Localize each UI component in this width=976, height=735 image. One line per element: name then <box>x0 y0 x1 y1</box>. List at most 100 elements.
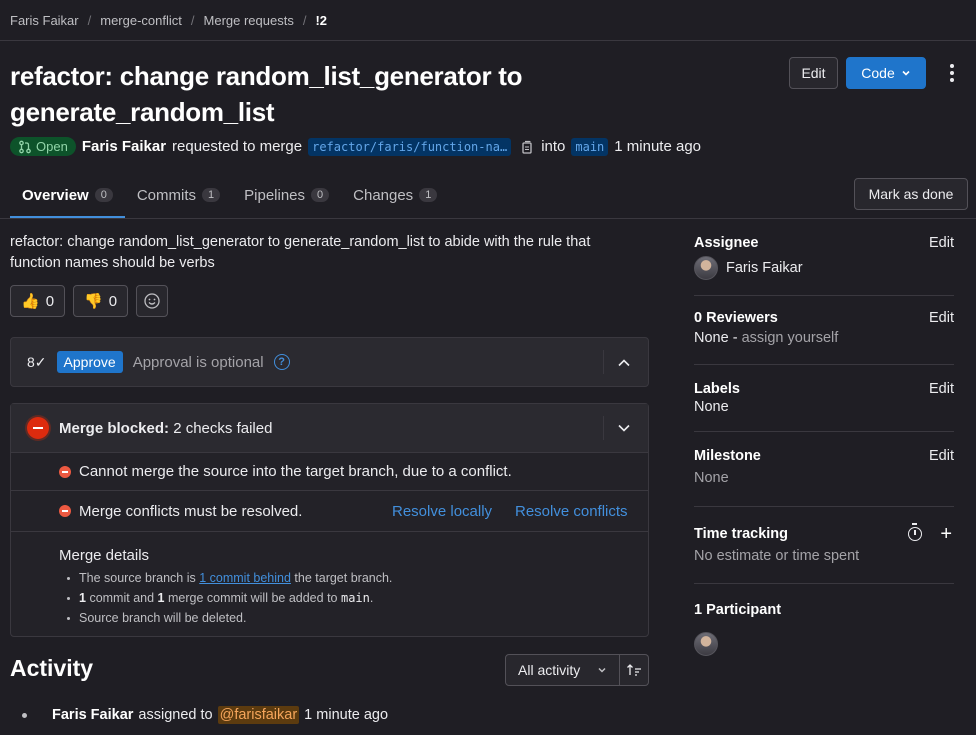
avatar[interactable] <box>694 632 718 656</box>
stopwatch-icon[interactable] <box>908 523 923 541</box>
status-label: Open <box>36 139 68 154</box>
resolve-conflicts-link[interactable]: Resolve conflicts <box>515 503 628 520</box>
milestone-title: Milestone <box>694 448 761 464</box>
merge-details: Merge details The source branch is 1 com… <box>11 544 648 628</box>
edit-button[interactable]: Edit <box>789 57 838 89</box>
tab-label: Pipelines <box>244 186 306 204</box>
commit-behind-link[interactable]: 1 commit behind <box>199 571 291 585</box>
merge-blocked-detail: 2 checks failed <box>173 419 273 437</box>
reviewers-block: 0 Reviewers Edit None - assign yourself <box>694 310 954 346</box>
more-actions-icon[interactable] <box>940 57 964 89</box>
participants-title: 1 Participant <box>694 602 782 618</box>
merge-widget: Merge blocked: 2 checks failed Cannot me… <box>10 403 649 637</box>
target-branch[interactable]: main <box>571 137 609 156</box>
thumbs-down-button[interactable]: 👎 0 <box>73 285 129 317</box>
detail-text: merge commit will be added to <box>167 591 338 605</box>
header-divider <box>0 40 976 41</box>
tab-pipelines[interactable]: Pipelines 0 <box>232 172 341 218</box>
user-mention[interactable]: @farisfaikar <box>217 706 300 724</box>
merge-request-icon <box>19 140 31 153</box>
help-icon[interactable]: ? <box>273 354 290 370</box>
divider <box>694 364 954 365</box>
thumbs-down-count: 0 <box>108 292 118 310</box>
code-button-label: Code <box>861 65 895 81</box>
activity-action: assigned to <box>138 707 213 723</box>
tabs-divider <box>0 218 976 219</box>
mark-as-done-button[interactable]: Mark as done <box>854 178 968 210</box>
list-item: 1 commit and 1 merge commit will be adde… <box>59 588 648 608</box>
thumbs-up-button[interactable]: 👍 0 <box>10 285 66 317</box>
activity-filters: All activity <box>505 654 649 686</box>
approval-panel: 8✓ Approve Approval is optional ? <box>10 337 649 387</box>
edit-labels-button[interactable]: Edit <box>929 381 954 397</box>
resolve-locally-link[interactable]: Resolve locally <box>392 503 492 520</box>
thumbs-down-icon: 👎 <box>84 293 103 310</box>
merge-blocked-label: Merge blocked: <box>59 419 170 437</box>
tab-label: Commits <box>136 186 197 204</box>
avatar <box>694 256 718 280</box>
tab-changes[interactable]: Changes 1 <box>341 172 449 218</box>
tab-count: 0 <box>94 188 113 202</box>
divider <box>694 295 954 296</box>
divider <box>603 350 604 374</box>
chevron-down-icon[interactable] <box>617 421 631 435</box>
tab-count: 1 <box>419 188 438 202</box>
time-tracking-title: Time tracking <box>694 526 789 542</box>
breadcrumb-separator: / <box>190 12 195 28</box>
divider <box>694 506 954 507</box>
reviewers-title: 0 Reviewers <box>694 310 778 326</box>
activity-filter-label: All activity <box>518 662 581 678</box>
tab-label: Changes <box>353 186 414 204</box>
divider <box>603 416 604 440</box>
edit-assignee-button[interactable]: Edit <box>929 235 954 251</box>
breadcrumb-project[interactable]: merge-conflict <box>100 13 182 28</box>
chevron-down-icon <box>598 667 606 673</box>
merge-blocked-text: Merge blocked: 2 checks failed <box>59 420 272 437</box>
activity-filter-dropdown[interactable]: All activity <box>505 654 620 686</box>
tab-commits[interactable]: Commits 1 <box>125 172 232 218</box>
add-reaction-button[interactable] <box>136 285 169 317</box>
add-time-icon[interactable]: + <box>940 524 952 544</box>
list-item: The source branch is 1 commit behind the… <box>59 568 648 588</box>
merge-check-conflict: Cannot merge the source into the target … <box>11 453 648 491</box>
merge-check-text: Merge conflicts must be resolved. <box>79 502 303 520</box>
labels-block: Labels Edit None <box>694 381 954 415</box>
merge-check-text: Cannot merge the source into the target … <box>79 463 512 480</box>
tab-overview[interactable]: Overview 0 <box>10 172 125 218</box>
breadcrumb: Faris Faikar / merge-conflict / Merge re… <box>10 0 327 40</box>
divider <box>694 431 954 432</box>
mr-description: refactor: change random_list_generator t… <box>10 234 591 271</box>
approval-optional-text: Approval is optional <box>132 353 264 371</box>
chevron-down-icon <box>902 70 910 76</box>
breadcrumb-current[interactable]: !2 <box>315 13 327 28</box>
breadcrumb-user[interactable]: Faris Faikar <box>10 13 79 28</box>
labels-value: None <box>694 399 729 415</box>
assign-yourself-link[interactable]: assign yourself <box>742 330 839 346</box>
copy-icon[interactable] <box>519 139 535 155</box>
sort-order-button[interactable] <box>620 654 649 686</box>
page-title: refactor: change random_list_generator t… <box>10 61 523 127</box>
edit-milestone-button[interactable]: Edit <box>929 448 954 464</box>
author-link[interactable]: Faris Faikar <box>82 138 166 155</box>
edit-reviewers-button[interactable]: Edit <box>929 310 954 326</box>
source-branch[interactable]: refactor/faris/function-na… <box>308 137 512 156</box>
meta-time: 1 minute ago <box>614 138 702 155</box>
detail-text: the target branch. <box>294 571 393 585</box>
reviewers-value: None - <box>694 330 738 346</box>
thumbs-up-icon: 👍 <box>21 293 40 310</box>
time-tracking-block: Time tracking + No estimate or time spen… <box>694 523 954 564</box>
code-dropdown-button[interactable]: Code <box>846 57 926 89</box>
breadcrumb-merge-requests[interactable]: Merge requests <box>204 13 294 28</box>
chevron-up-icon[interactable] <box>617 356 631 370</box>
assignee-user[interactable]: Faris Faikar <box>694 256 954 280</box>
activity-title: Activity <box>10 655 94 681</box>
assignee-title: Assignee <box>694 235 759 251</box>
activity-user-link[interactable]: Faris Faikar <box>52 707 133 723</box>
merge-blocked-header: Merge blocked: 2 checks failed <box>11 404 648 453</box>
tab-label: Overview <box>22 186 89 204</box>
thumbs-up-count: 0 <box>45 292 55 310</box>
approve-button[interactable]: Approve <box>56 351 123 373</box>
merge-details-title: Merge details <box>59 547 150 564</box>
detail-text: The source branch is <box>79 571 196 585</box>
breadcrumb-separator: / <box>87 12 92 28</box>
